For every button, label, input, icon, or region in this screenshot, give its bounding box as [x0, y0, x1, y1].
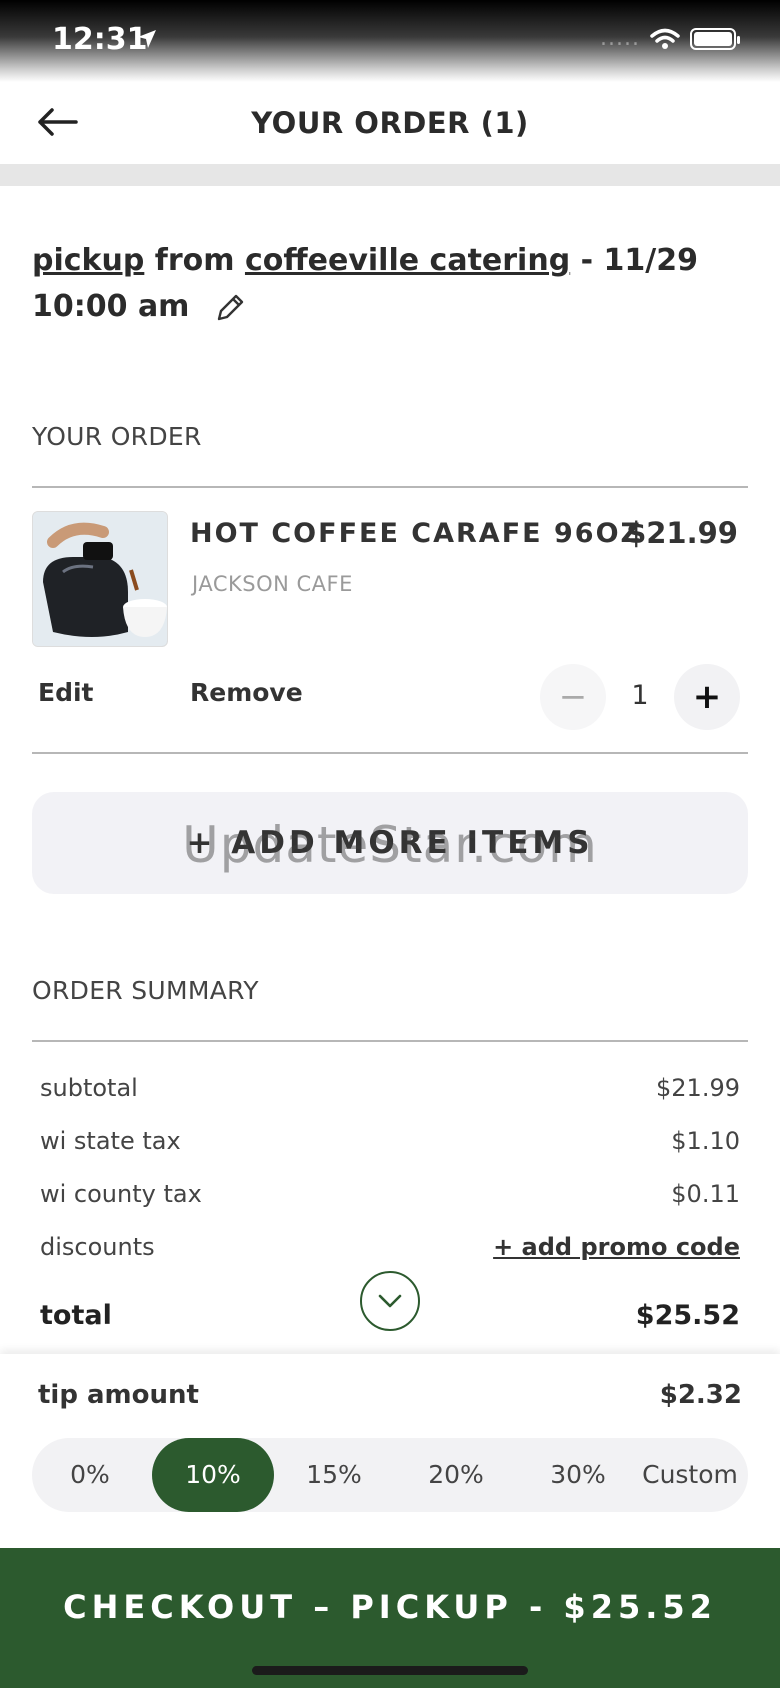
tip-option-30[interactable]: 30%	[520, 1438, 636, 1512]
status-time: 12:31	[52, 22, 148, 57]
remove-item-button[interactable]: Remove	[190, 678, 303, 707]
checkout-button[interactable]: CHECKOUT – PICKUP - $25.52	[0, 1548, 780, 1688]
pickup-info[interactable]: pickup from coffeeville catering - 11/29…	[32, 238, 712, 330]
discounts-label: discounts	[40, 1233, 155, 1261]
cellular-signal-icon: .....	[600, 26, 640, 51]
page-title: YOUR ORDER (1)	[251, 106, 529, 140]
chevron-down-icon	[378, 1294, 402, 1308]
tip-panel: tip amount $2.32 0% 10% 15% 20% 30% Cust…	[0, 1354, 780, 1548]
increase-quantity-button[interactable]: +	[674, 664, 740, 730]
subtotal-row: subtotal $21.99	[40, 1074, 740, 1102]
header-divider	[0, 164, 780, 186]
edit-item-button[interactable]: Edit	[38, 678, 94, 707]
order-summary-heading: ORDER SUMMARY	[32, 976, 259, 1005]
divider	[32, 1040, 748, 1042]
tip-amount-value: $2.32	[659, 1380, 742, 1410]
tip-option-10[interactable]: 10%	[152, 1438, 274, 1512]
nav-bar: YOUR ORDER (1)	[0, 82, 780, 164]
item-image[interactable]	[32, 511, 168, 647]
quantity-value: 1	[631, 680, 649, 711]
state-tax-label: wi state tax	[40, 1127, 181, 1155]
tip-options: 0% 10% 15% 20% 30% Custom	[32, 1438, 748, 1512]
county-tax-row: wi county tax $0.11	[40, 1180, 740, 1208]
decrease-quantity-button[interactable]: −	[540, 664, 606, 730]
tip-option-15[interactable]: 15%	[276, 1438, 392, 1512]
collapse-summary-button[interactable]	[360, 1271, 420, 1331]
pencil-edit-icon[interactable]	[214, 292, 246, 324]
pickup-location-link[interactable]: coffeeville catering	[245, 243, 570, 278]
county-tax-label: wi county tax	[40, 1180, 202, 1208]
item-name: HOT COFFEE CARAFE 96OZ	[190, 518, 643, 549]
home-indicator	[252, 1666, 528, 1675]
tip-option-20[interactable]: 20%	[398, 1438, 514, 1512]
tip-option-custom[interactable]: Custom	[632, 1438, 748, 1512]
add-promo-code-link[interactable]: + add promo code	[493, 1233, 740, 1261]
subtotal-value: $21.99	[656, 1074, 740, 1102]
checkout-label: CHECKOUT – PICKUP - $25.52	[63, 1588, 717, 1626]
location-arrow-icon	[138, 30, 156, 48]
your-order-heading: YOUR ORDER	[32, 422, 202, 451]
coffee-carafe-image	[33, 512, 167, 646]
discounts-row: discounts + add promo code	[40, 1233, 740, 1261]
pickup-from-word: from	[154, 243, 235, 278]
add-more-items-button[interactable]: + ADD MORE ITEMS	[32, 792, 748, 894]
status-bar: 12:31 .....	[0, 0, 780, 82]
status-indicators: .....	[600, 26, 740, 51]
tip-amount-label: tip amount	[38, 1380, 199, 1410]
pickup-time: 10:00 am	[32, 289, 190, 324]
pickup-date: - 11/29	[580, 243, 698, 278]
battery-icon	[690, 27, 740, 50]
total-label: total	[40, 1300, 112, 1331]
item-price: $21.99	[626, 516, 738, 550]
total-value: $25.52	[635, 1300, 740, 1331]
wifi-icon	[650, 28, 680, 49]
county-tax-value: $0.11	[671, 1180, 740, 1208]
pickup-mode-link[interactable]: pickup	[32, 243, 144, 278]
tip-option-0[interactable]: 0%	[32, 1438, 148, 1512]
state-tax-value: $1.10	[671, 1127, 740, 1155]
subtotal-label: subtotal	[40, 1074, 138, 1102]
divider	[32, 752, 748, 754]
divider	[32, 486, 748, 488]
state-tax-row: wi state tax $1.10	[40, 1127, 740, 1155]
item-vendor: JACKSON CAFE	[192, 572, 353, 596]
